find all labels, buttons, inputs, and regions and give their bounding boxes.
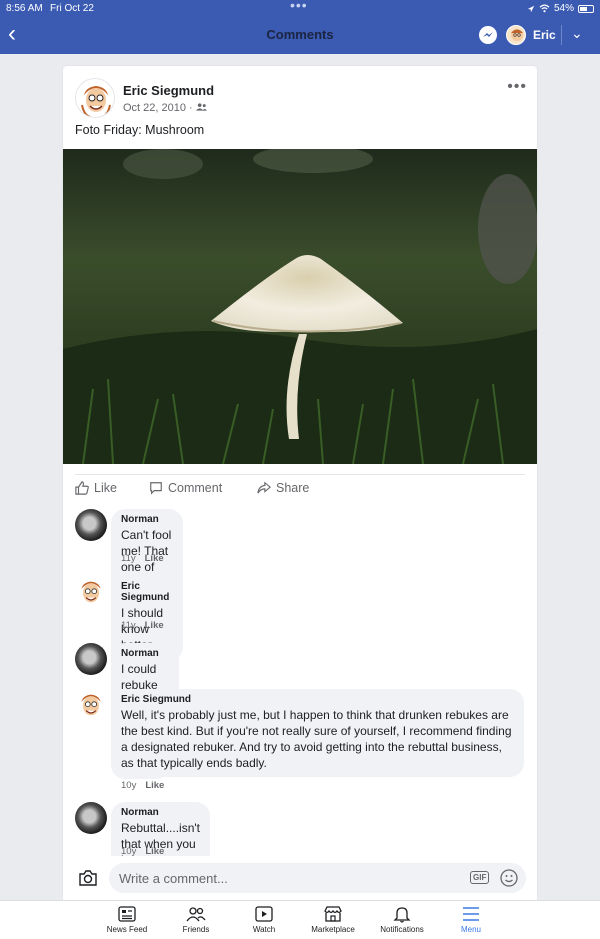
header-user-name[interactable]: Eric <box>533 28 556 42</box>
tab-watch[interactable]: Watch <box>224 905 304 934</box>
bottom-tab-bar: News Feed Friends Watch Marketplace Noti… <box>0 900 600 939</box>
post-actions: Like Comment Share <box>63 481 537 503</box>
post-text: Foto Friday: Mushroom <box>75 123 205 137</box>
comment-button[interactable]: Comment <box>149 481 222 495</box>
comment-author[interactable]: Norman <box>121 807 200 818</box>
more-options-icon[interactable]: ••• <box>507 78 527 96</box>
comment-age: 10y <box>121 780 137 791</box>
comment-avatar[interactable] <box>75 576 107 608</box>
comment-like-link[interactable]: Like <box>145 553 164 564</box>
battery-percent: 54% <box>553 3 574 14</box>
divider <box>75 474 525 475</box>
top-bar: 8:56 AM Fri Oct 22 ••• 54% ‹ Comments Er… <box>0 0 600 54</box>
comment-author[interactable]: Norman <box>121 648 161 659</box>
comment-text: Well, it's probably just me, but I happe… <box>121 708 512 770</box>
tab-marketplace[interactable]: Marketplace <box>293 905 373 934</box>
tab-menu[interactable]: Menu <box>431 905 511 934</box>
friends-icon <box>186 907 206 922</box>
post-card: Eric Siegmund Oct 22, 2010 · ••• Foto Fr… <box>63 66 537 906</box>
comment-composer: GIF <box>63 856 537 900</box>
comment-avatar[interactable] <box>75 643 107 675</box>
comment-meta: 11y Like <box>121 553 173 564</box>
status-bar: 8:56 AM Fri Oct 22 ••• 54% <box>0 0 600 17</box>
comment-age: 11y <box>121 620 136 631</box>
friends-audience-icon <box>195 103 207 111</box>
post-date: Oct 22, 2010 · <box>123 102 207 114</box>
comment-like-link[interactable]: Like <box>145 780 164 791</box>
bell-icon <box>393 907 411 923</box>
watch-icon <box>255 906 273 922</box>
battery-icon <box>578 4 594 13</box>
comment-avatar[interactable] <box>75 689 107 721</box>
comment-avatar[interactable] <box>75 802 107 834</box>
status-time: 8:56 AM <box>6 3 43 14</box>
comment-meta: 11y Like <box>121 620 173 631</box>
wifi-icon <box>539 4 550 13</box>
camera-icon[interactable] <box>78 870 98 887</box>
comment-input[interactable] <box>109 863 526 893</box>
emoji-icon[interactable] <box>500 869 518 887</box>
comment-bubble-icon <box>150 482 162 495</box>
comment-author[interactable]: Eric Siegmund <box>121 694 514 705</box>
comment-meta: 10y Like <box>121 780 173 791</box>
comment-age: 11y <box>121 553 136 564</box>
menu-icon <box>463 907 479 921</box>
tab-news-feed[interactable]: News Feed <box>87 905 167 934</box>
share-button[interactable]: Share <box>257 481 309 495</box>
comment-bubble[interactable]: Eric Siegmund Well, it's probably just m… <box>111 689 524 777</box>
header-divider <box>561 25 562 45</box>
like-button[interactable]: Like <box>75 481 117 495</box>
marketplace-icon <box>324 906 342 922</box>
post-author-avatar[interactable] <box>75 78 115 118</box>
status-date: Fri Oct 22 <box>50 3 94 14</box>
location-icon <box>527 5 535 12</box>
post-author-name[interactable]: Eric Siegmund <box>123 83 214 98</box>
comment-author[interactable]: Norman <box>121 514 173 525</box>
comment-like-link[interactable]: Like <box>145 620 164 631</box>
messenger-icon[interactable] <box>479 26 497 44</box>
share-arrow-icon <box>257 481 271 494</box>
post-photo[interactable] <box>63 149 537 464</box>
tab-notifications[interactable]: Notifications <box>362 905 442 934</box>
news-feed-icon <box>118 906 136 922</box>
chevron-down-icon[interactable]: ⌄ <box>571 25 583 42</box>
gif-button[interactable]: GIF <box>470 871 490 884</box>
avatar[interactable] <box>506 25 526 45</box>
multitask-dots-icon[interactable]: ••• <box>290 0 308 13</box>
comment-avatar[interactable] <box>75 509 107 541</box>
thumbs-up-icon <box>75 481 89 495</box>
comment-author[interactable]: Eric Siegmund <box>121 581 169 603</box>
